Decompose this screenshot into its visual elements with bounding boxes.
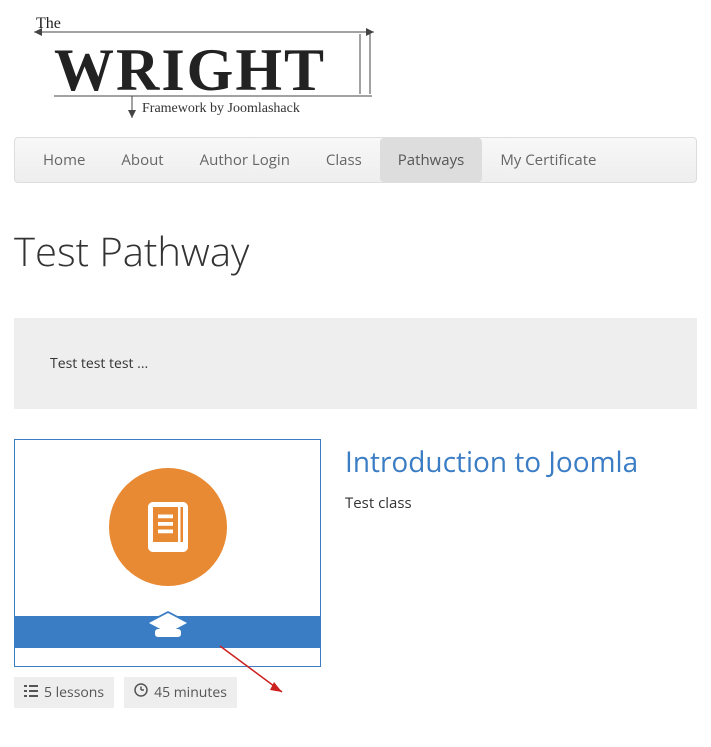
site-logo: The WRIGHT Framework by Joomlashack: [0, 0, 711, 131]
nav-author-login[interactable]: Author Login: [182, 138, 308, 182]
course-thumbnail[interactable]: [14, 439, 321, 667]
nav-home[interactable]: Home: [25, 138, 103, 182]
clock-icon: [134, 683, 148, 702]
graduation-cap-icon: [141, 607, 195, 656]
pathway-description: Test test test ...: [14, 318, 697, 409]
course-badges: 5 lessons 45 minutes: [14, 677, 697, 708]
course-description: Test class: [345, 493, 697, 513]
duration-text: 45 minutes: [154, 683, 227, 702]
list-icon: [24, 683, 38, 702]
page-title: Test Pathway: [0, 183, 711, 298]
lessons-badge: 5 lessons: [14, 677, 114, 708]
course-info: Introduction to Joomla Test class: [345, 439, 697, 667]
book-icon: [109, 468, 227, 586]
course-title-link[interactable]: Introduction to Joomla: [345, 443, 697, 481]
logo-sub: Framework by Joomlashack: [142, 101, 300, 116]
nav-my-certificate[interactable]: My Certificate: [482, 138, 614, 182]
duration-badge: 45 minutes: [124, 677, 237, 708]
nav-pathways[interactable]: Pathways: [380, 138, 483, 182]
nav-about[interactable]: About: [103, 138, 181, 182]
main-navbar: Home About Author Login Class Pathways M…: [14, 137, 697, 183]
logo-main: WRIGHT: [54, 37, 326, 103]
course-row: Introduction to Joomla Test class: [14, 439, 697, 667]
lessons-text: 5 lessons: [44, 683, 104, 702]
nav-class[interactable]: Class: [308, 138, 380, 182]
